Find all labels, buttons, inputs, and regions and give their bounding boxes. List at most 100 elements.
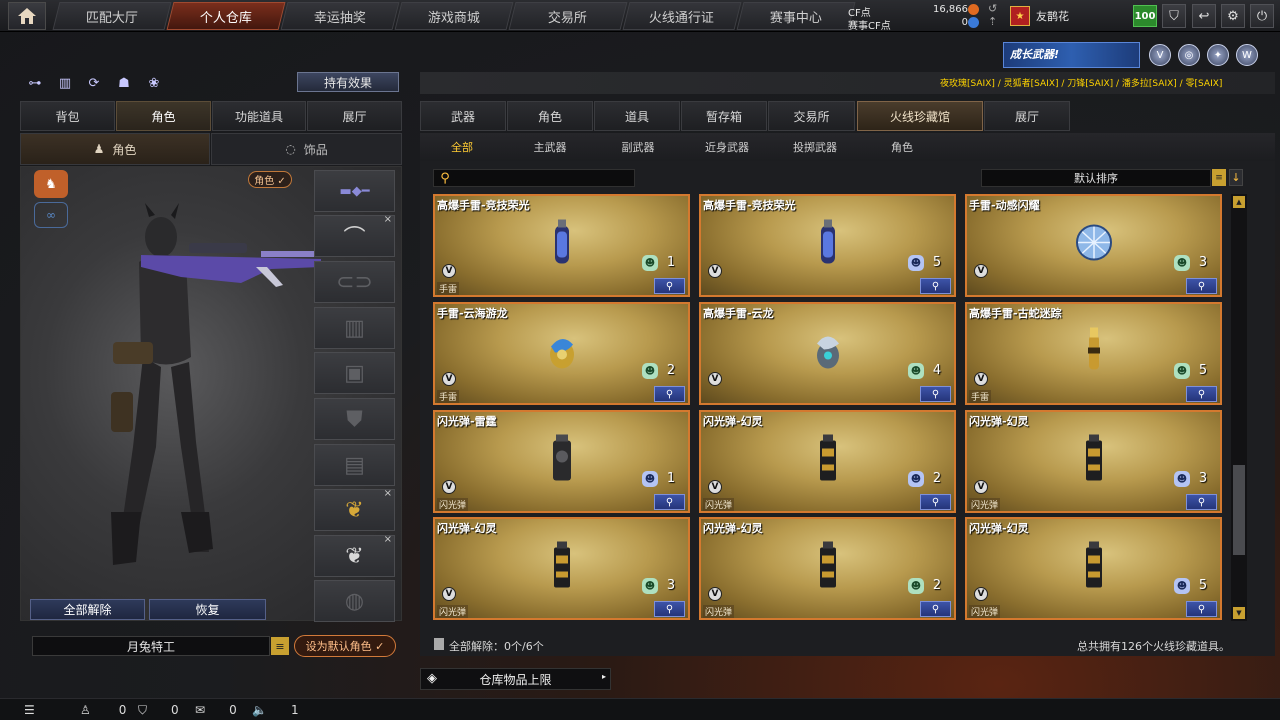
up-arrow-icon[interactable]: ⇡ — [988, 15, 997, 28]
nav-tab-battle-pass[interactable]: 火线通行证 — [622, 2, 742, 30]
subtab-melee[interactable]: 近身武器 — [691, 133, 763, 161]
right-tab-collection-hall[interactable]: 火线珍藏馆 — [857, 101, 983, 131]
bag-icon[interactable]: ❀ — [144, 73, 164, 93]
right-tab-weapons[interactable]: 武器 — [420, 101, 506, 131]
slot-weapon[interactable]: ▬◆━ — [314, 170, 395, 212]
collection-item-card[interactable]: 高爆手雷-云龙 V ☻ 4 ⚲ — [699, 302, 956, 405]
storage-limit-button[interactable]: ◈ 仓库物品上限 ▸ — [420, 668, 611, 690]
collection-item-card[interactable]: 闪光弹-雷霆 V 闪光弹 ☻ 1 ⚲ — [433, 410, 690, 513]
left-tab-showroom[interactable]: 展厅 — [307, 101, 402, 131]
zoom-icon[interactable]: ⚲ — [1186, 386, 1217, 402]
zoom-icon[interactable]: ⚲ — [654, 601, 685, 617]
restore-button[interactable]: 恢复 — [149, 599, 266, 620]
zoom-icon[interactable]: ⚲ — [920, 601, 951, 617]
zoom-icon[interactable]: ⚲ — [1186, 494, 1217, 510]
nav-tab-exchange[interactable]: 交易所 — [508, 2, 628, 30]
left-tab-character[interactable]: 角色 — [116, 101, 211, 131]
right-tab-characters[interactable]: 角色 — [507, 101, 593, 131]
gear-icon[interactable]: ⚙ — [1221, 4, 1245, 28]
zoom-icon[interactable]: ⚲ — [1186, 601, 1217, 617]
chat-status[interactable]: ✉ 0 — [195, 701, 237, 719]
player-info[interactable]: ★ 友鹊花 — [1010, 4, 1130, 28]
collection-item-card[interactable]: 闪光弹-幻灵 V 闪光弹 ☻ 5 ⚲ — [965, 517, 1222, 620]
collection-item-card[interactable]: 闪光弹-幻灵 V 闪光弹 ☻ 2 ⚲ — [699, 517, 956, 620]
left-subtab-accessory[interactable]: ◌ 饰品 — [211, 133, 402, 165]
collection-item-card[interactable]: 高爆手雷-竞技荣光 V ☻ 5 ⚲ — [699, 194, 956, 297]
collection-item-card[interactable]: 高爆手雷-竞技荣光 V 手雷 ☻ 1 ⚲ — [433, 194, 690, 297]
wings-badge-icon[interactable]: W — [1236, 44, 1258, 66]
crest-badge-icon[interactable]: V — [1149, 44, 1171, 66]
search-icon[interactable]: ⚲ — [436, 169, 454, 187]
subtab-primary[interactable]: 主武器 — [515, 133, 585, 161]
left-tab-functional-items[interactable]: 功能道具 — [212, 101, 306, 131]
subtab-all[interactable]: 全部 — [432, 133, 492, 161]
zoom-icon[interactable]: ⚲ — [920, 386, 951, 402]
zoom-icon[interactable]: ⚲ — [1186, 278, 1217, 294]
nav-tab-match-lobby[interactable]: 匹配大厅 — [52, 2, 172, 30]
nav-tab-lucky-draw[interactable]: 幸运抽奖 — [280, 2, 400, 30]
slot-vest[interactable]: ▥ — [314, 307, 395, 349]
refresh-icon[interactable]: ↺ — [988, 2, 997, 15]
zoom-icon[interactable]: ⚲ — [654, 278, 685, 294]
stats-icon[interactable]: ▥ — [55, 73, 75, 93]
zoom-icon[interactable]: ⚲ — [920, 278, 951, 294]
collection-item-card[interactable]: 闪光弹-幻灵 V 闪光弹 ☻ 3 ⚲ — [965, 410, 1222, 513]
slot-top[interactable]: ▣ — [314, 352, 395, 394]
rotate-icon[interactable]: ⟳ — [84, 73, 104, 93]
slot-pet-silver[interactable]: ❦ × — [314, 534, 395, 577]
character-name-field[interactable]: 月兔特工 — [32, 636, 270, 656]
shield-status[interactable]: ⛉ 0 — [138, 701, 179, 719]
search-input[interactable] — [433, 169, 635, 187]
mask-icon[interactable]: ∞ — [34, 202, 68, 228]
slot-pants[interactable]: ▤ — [314, 444, 395, 486]
pose-icon[interactable]: ☗ — [114, 73, 134, 93]
holdings-effect-button[interactable]: 持有效果 — [297, 72, 399, 92]
growth-weapon-banner[interactable]: 成长武器! — [1003, 42, 1140, 68]
left-tab-backpack[interactable]: 背包 — [20, 101, 115, 131]
shield-icon[interactable]: ⛉ — [1162, 4, 1186, 28]
subtab-throwable[interactable]: 投掷武器 — [779, 133, 851, 161]
slot-pet-gold[interactable]: ❦ × — [314, 488, 395, 531]
sort-dropdown[interactable]: 默认排序 — [981, 169, 1211, 187]
home-button[interactable] — [8, 2, 46, 30]
right-tab-showroom[interactable]: 展厅 — [984, 101, 1070, 131]
collection-item-card[interactable]: 高爆手雷-古蛇迷踪 V 手雷 ☻ 5 ⚲ — [965, 302, 1222, 405]
unequip-all-button[interactable]: 全部解除 — [30, 599, 145, 620]
subtab-character[interactable]: 角色 — [872, 133, 932, 161]
friends-status[interactable]: ♙ 0 — [80, 701, 126, 719]
zoom-icon[interactable]: ⚲ — [654, 386, 685, 402]
nav-tab-event-center[interactable]: 赛事中心 — [736, 2, 856, 30]
scroll-up-icon[interactable]: ▲ — [1233, 196, 1245, 208]
right-tab-exchange[interactable]: 交易所 — [768, 101, 855, 131]
left-subtab-character[interactable]: ♟ 角色 — [20, 133, 210, 165]
wrench-badge-icon[interactable]: ✦ — [1207, 44, 1229, 66]
slot-back[interactable]: ◍ — [314, 580, 395, 622]
nav-tab-game-mall[interactable]: 游戏商城 — [394, 2, 514, 30]
return-icon[interactable]: ↩ — [1192, 4, 1216, 28]
zoom-icon[interactable]: ⚲ — [654, 494, 685, 510]
scroll-down-icon[interactable]: ▼ — [1233, 607, 1245, 619]
nav-tab-personal-storage[interactable]: 个人仓库 — [166, 2, 286, 30]
zoom-icon[interactable]: ⚲ — [920, 494, 951, 510]
character-list-icon[interactable]: ≡ — [271, 637, 289, 655]
subtab-secondary[interactable]: 副武器 — [603, 133, 673, 161]
horse-mount-icon[interactable]: ♞ — [34, 170, 68, 198]
power-icon[interactable]: ⏻ — [1250, 4, 1274, 28]
slot-glasses[interactable]: ⊂⊃ — [314, 261, 395, 303]
collection-item-card[interactable]: 手雷-云海游龙 V 手雷 ☻ 2 ⚲ — [433, 302, 690, 405]
globe-badge-icon[interactable]: ◎ — [1178, 44, 1200, 66]
list-view-icon[interactable]: ≡ — [1212, 169, 1226, 186]
collection-item-card[interactable]: 闪光弹-幻灵 V 闪光弹 ☻ 2 ⚲ — [699, 410, 956, 513]
slot-armor[interactable]: ⛊ — [314, 398, 395, 440]
volume-status[interactable]: 🔈 1 — [252, 701, 299, 719]
menu-icon[interactable]: ☰ — [24, 701, 35, 719]
collection-item-card[interactable]: 手雷-动感闪耀 V ☻ 3 ⚲ — [965, 194, 1222, 297]
right-tab-temp-box[interactable]: 暂存箱 — [681, 101, 767, 131]
set-default-character-button[interactable]: 设为默认角色 ✓ — [294, 635, 396, 657]
sort-direction-icon[interactable]: ↓ — [1229, 169, 1243, 186]
right-tab-items[interactable]: 道具 — [594, 101, 680, 131]
effects-toggle-icon[interactable]: ⊶ — [25, 73, 45, 93]
collection-item-card[interactable]: 闪光弹-幻灵 V 闪光弹 ☻ 3 ⚲ — [433, 517, 690, 620]
slot-headwear[interactable]: ⌒ × — [314, 214, 395, 257]
scrollbar[interactable] — [1231, 194, 1247, 621]
